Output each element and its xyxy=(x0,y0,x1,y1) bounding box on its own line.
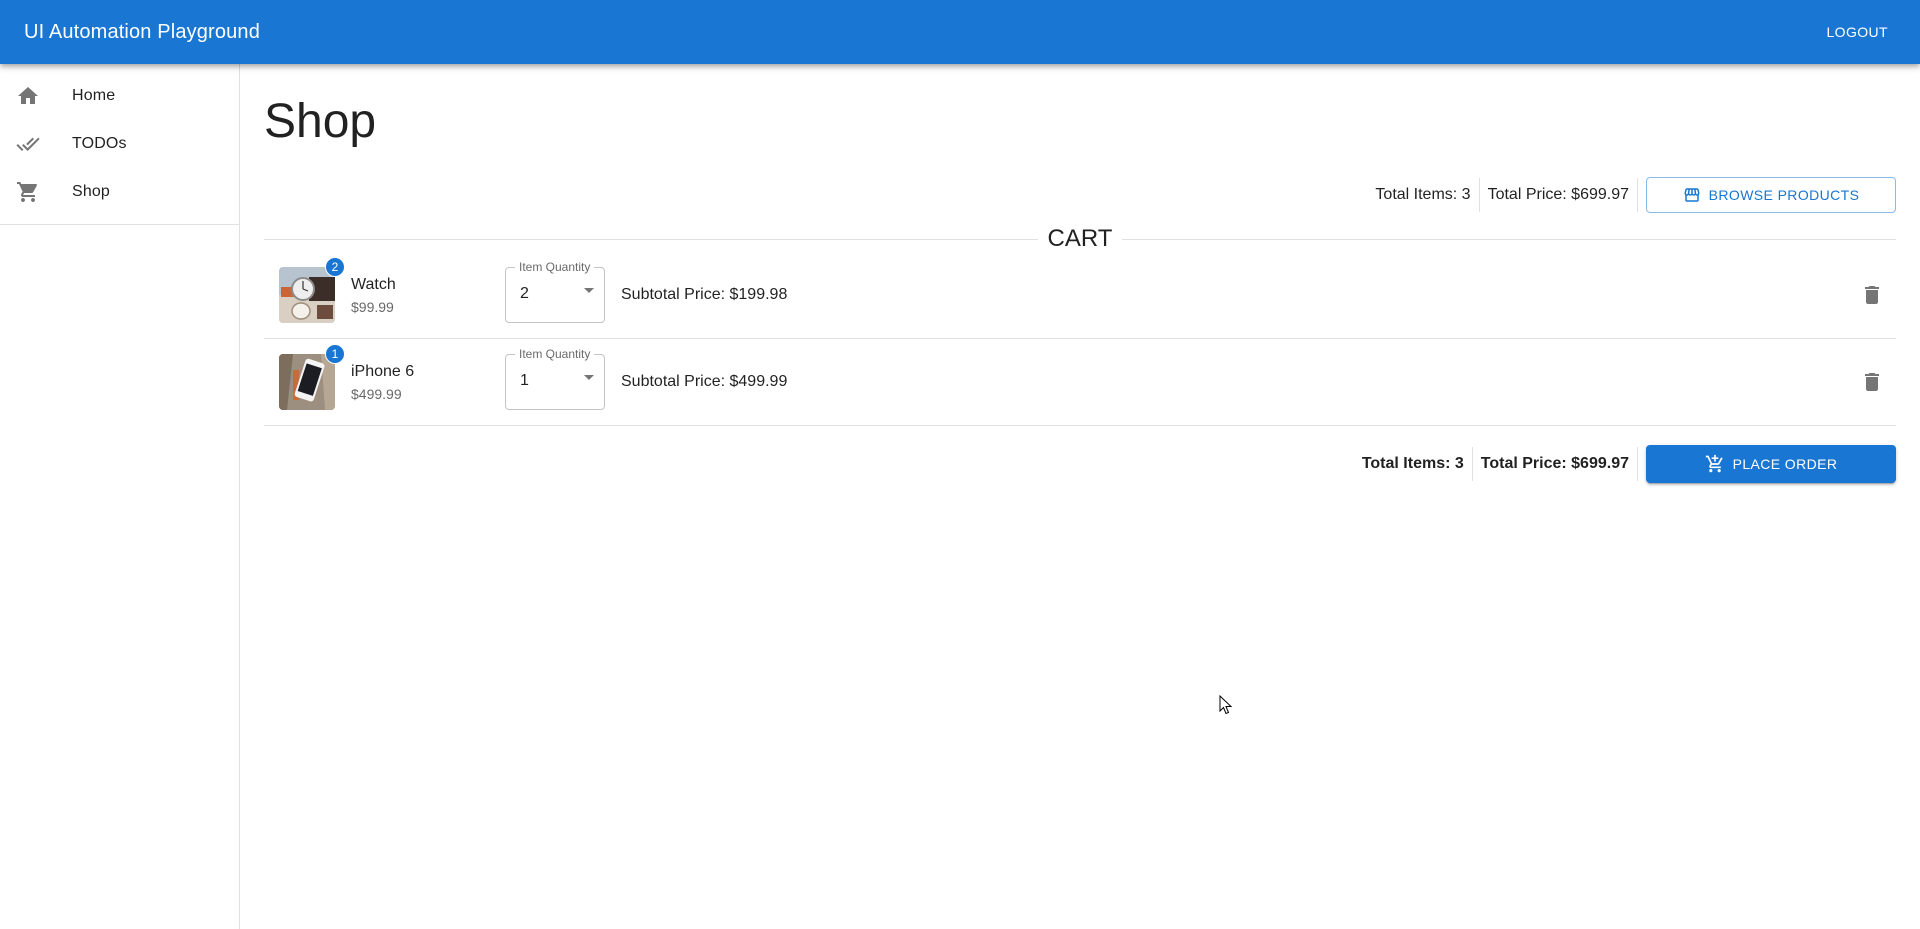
place-order-label: PLACE ORDER xyxy=(1732,456,1838,472)
quantity-label: Item Quantity xyxy=(515,347,595,361)
app-title: UI Automation Playground xyxy=(24,20,260,43)
delete-icon[interactable] xyxy=(1860,370,1884,394)
logout-button[interactable]: LOGOUT xyxy=(1818,18,1896,46)
mouse-cursor-icon xyxy=(1219,695,1233,715)
divider-line xyxy=(1122,238,1896,240)
shopping-cart-icon xyxy=(16,180,40,204)
subtotal-price: Subtotal Price: $199.98 xyxy=(621,286,788,303)
quantity-value: 2 xyxy=(520,285,529,302)
cart-item-row: 2 Watch $99.99 Item Quantity 2 Subtotal … xyxy=(264,252,1896,339)
delete-icon[interactable] xyxy=(1860,283,1884,307)
storefront-icon xyxy=(1684,188,1700,202)
quantity-label: Item Quantity xyxy=(515,260,595,274)
quantity-select[interactable]: Item Quantity 2 xyxy=(505,260,605,323)
sidebar-item-label: Home xyxy=(72,87,116,104)
item-price: $99.99 xyxy=(351,299,394,315)
place-order-button[interactable]: PLACE ORDER xyxy=(1646,445,1896,483)
item-info: Watch $99.99 xyxy=(351,273,501,317)
divider xyxy=(1637,447,1638,481)
browse-products-label: BROWSE PRODUCTS xyxy=(1708,187,1860,203)
cart-item-row: 1 iPhone 6 $499.99 Item Quantity 1 Subto… xyxy=(264,339,1896,426)
done-all-icon xyxy=(16,132,40,156)
cart-divider: CART xyxy=(264,225,1896,252)
watch-image xyxy=(279,267,335,323)
cart-summary-bottom: Total Items: 3 Total Price: $699.97 PLAC… xyxy=(264,444,1896,484)
sidebar: Home TODOs Shop xyxy=(0,64,240,929)
cart-heading: CART xyxy=(1047,225,1113,252)
quantity-select[interactable]: Item Quantity 1 xyxy=(505,347,605,410)
total-items: Total Items: 3 xyxy=(1375,186,1471,203)
arrow-drop-down-icon xyxy=(584,375,594,380)
quantity-value: 1 xyxy=(520,372,529,389)
product-thumbnail: 2 xyxy=(279,257,345,323)
arrow-drop-down-icon xyxy=(584,288,594,293)
item-info: iPhone 6 $499.99 xyxy=(351,360,501,404)
sidebar-item-shop[interactable]: Shop xyxy=(0,168,239,216)
quantity-badge: 1 xyxy=(325,344,345,364)
iphone-image xyxy=(279,354,335,410)
browse-products-button[interactable]: BROWSE PRODUCTS xyxy=(1646,177,1896,213)
main-content: Shop Total Items: 3 Total Price: $699.97… xyxy=(264,64,1896,484)
page-title: Shop xyxy=(264,95,377,148)
total-items: Total Items: 3 xyxy=(1361,455,1464,472)
divider xyxy=(1637,178,1638,212)
product-thumbnail: 1 xyxy=(279,344,345,410)
item-name: Watch xyxy=(351,276,396,293)
total-price: Total Price: $699.97 xyxy=(1480,455,1629,472)
sidebar-item-label: Shop xyxy=(72,183,110,200)
cart-summary-top: Total Items: 3 Total Price: $699.97 BROW… xyxy=(264,177,1896,213)
quantity-badge: 2 xyxy=(325,257,345,277)
add-shopping-cart-icon xyxy=(1705,454,1723,473)
sidebar-nav: Home TODOs Shop xyxy=(0,64,239,225)
item-price: $499.99 xyxy=(351,386,402,402)
home-icon xyxy=(16,84,40,108)
item-name: iPhone 6 xyxy=(351,363,415,380)
app-bar: UI Automation Playground LOGOUT xyxy=(0,0,1920,64)
divider-line xyxy=(264,238,1038,240)
total-price: Total Price: $699.97 xyxy=(1487,186,1629,203)
sidebar-item-label: TODOs xyxy=(72,135,127,152)
sidebar-item-todos[interactable]: TODOs xyxy=(0,120,239,168)
sidebar-item-home[interactable]: Home xyxy=(0,72,239,120)
subtotal-price: Subtotal Price: $499.99 xyxy=(621,373,788,390)
